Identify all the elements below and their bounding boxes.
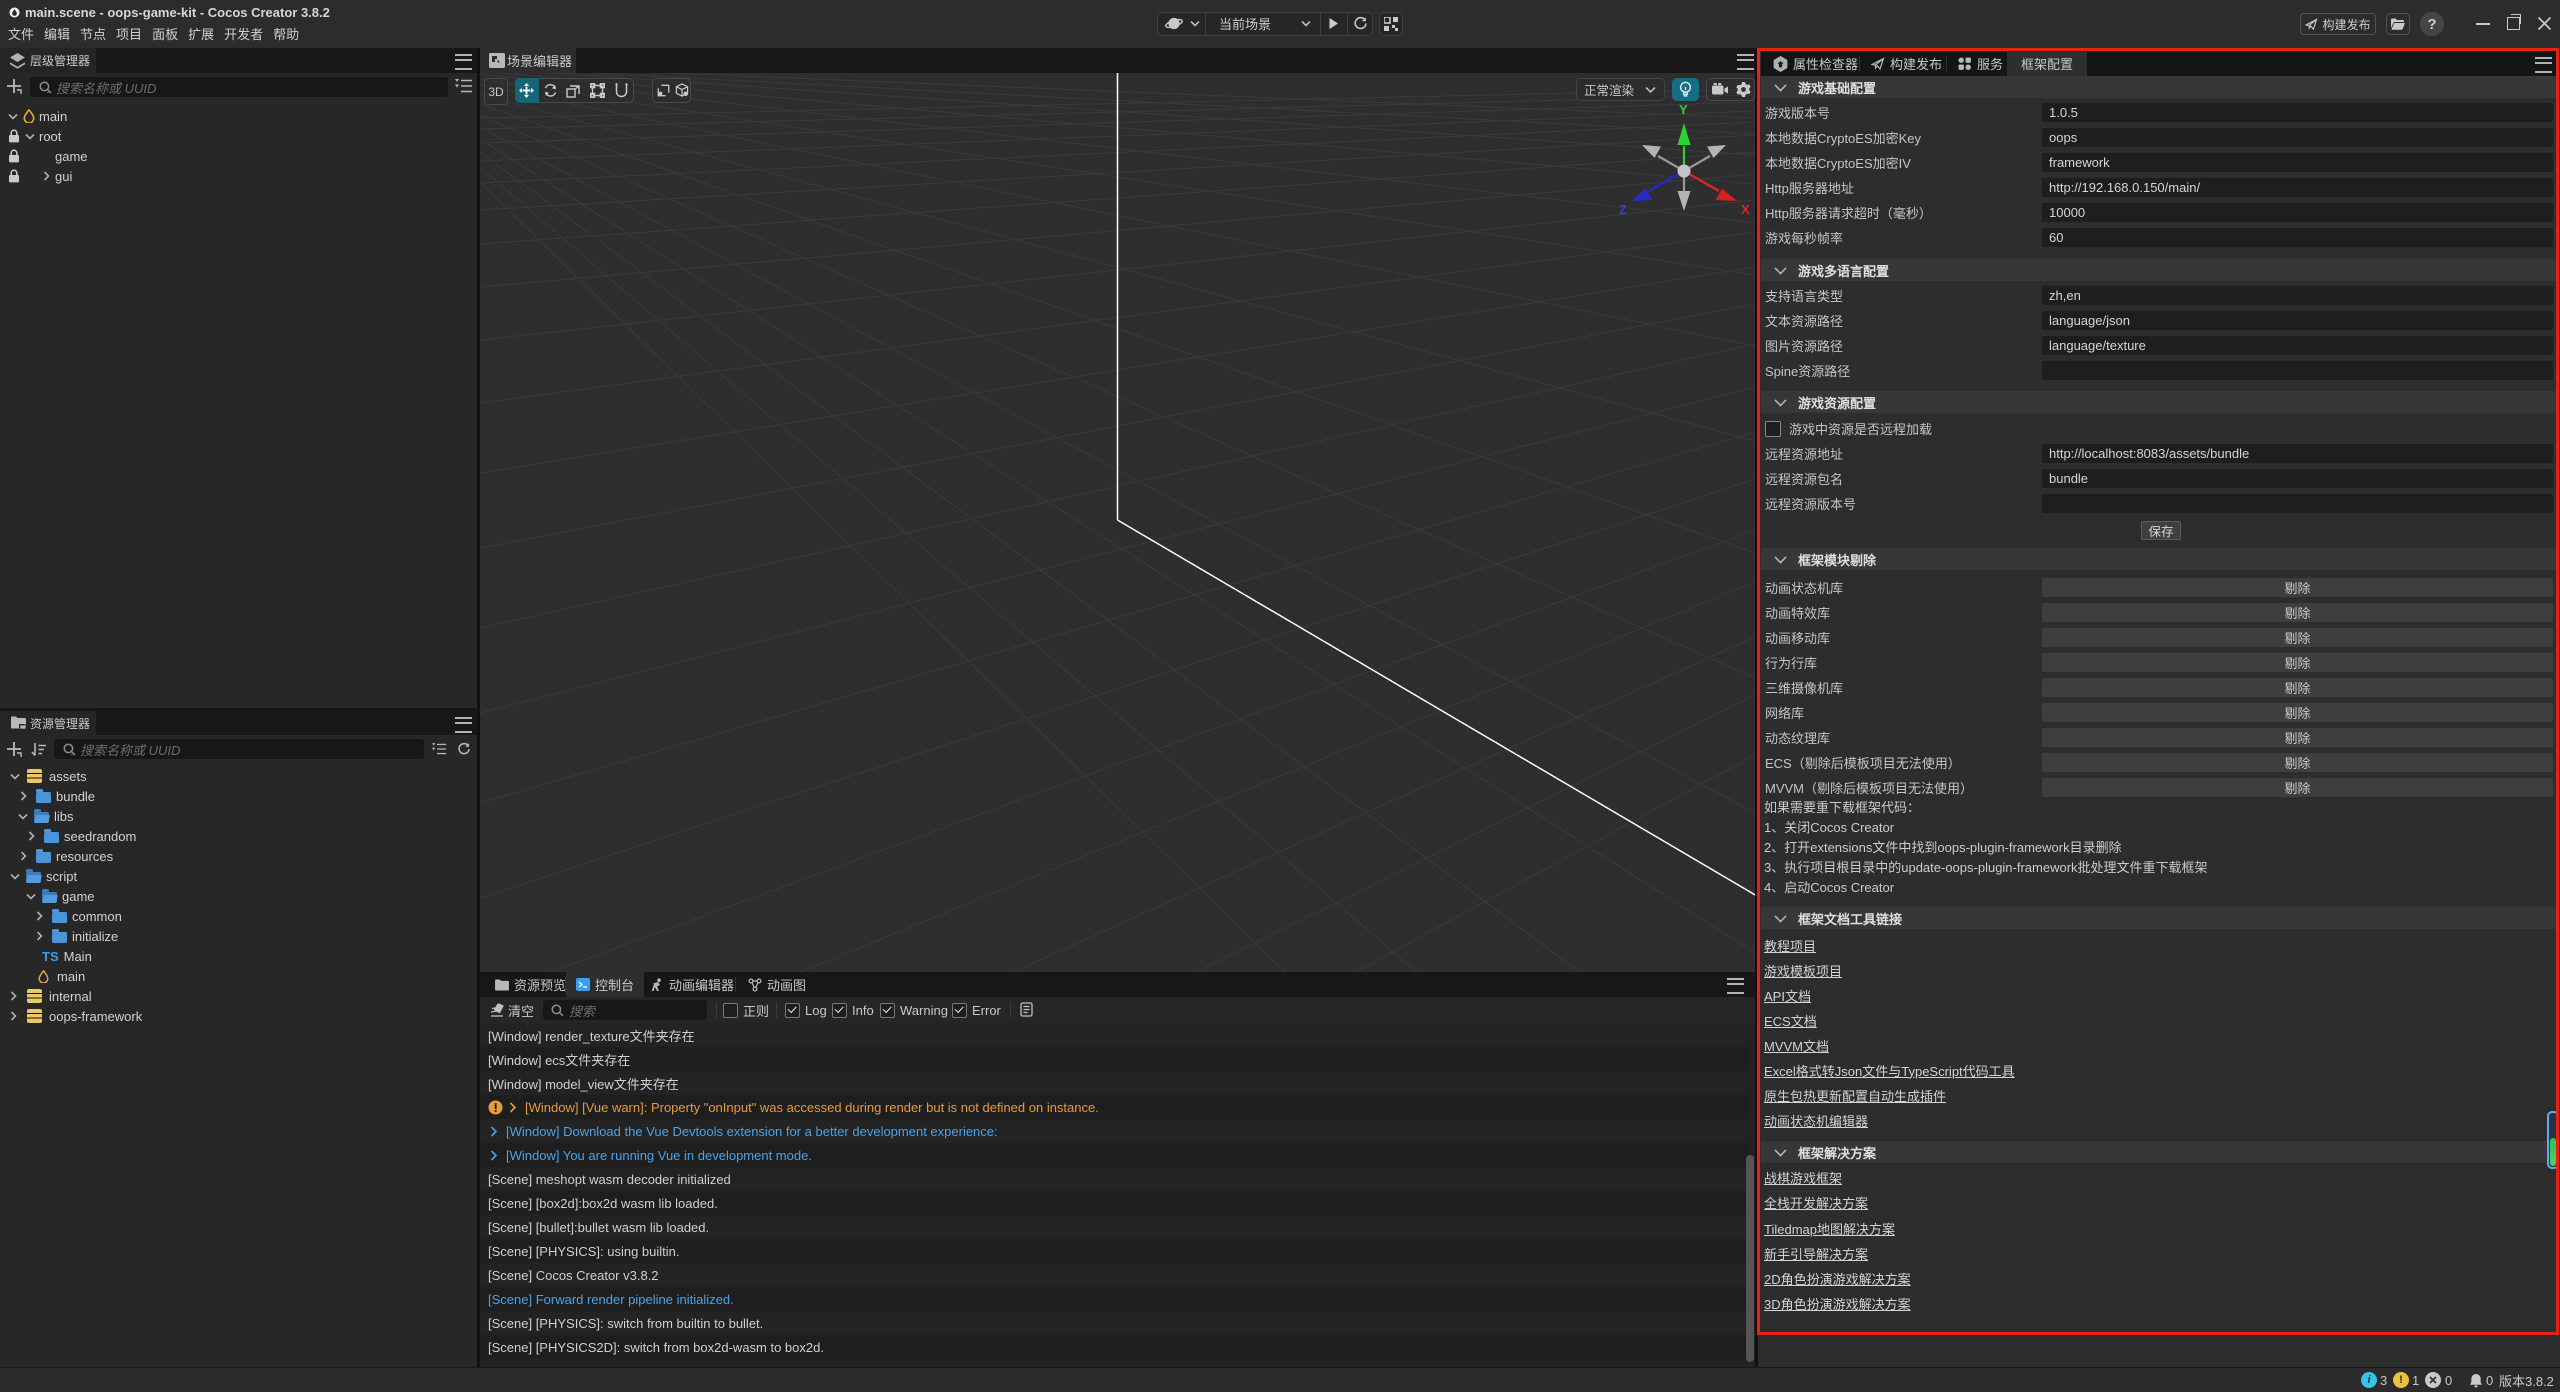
svg-text:Y: Y xyxy=(1679,102,1688,117)
svg-text:Z: Z xyxy=(1620,202,1627,217)
svg-text:X: X xyxy=(1741,202,1750,217)
